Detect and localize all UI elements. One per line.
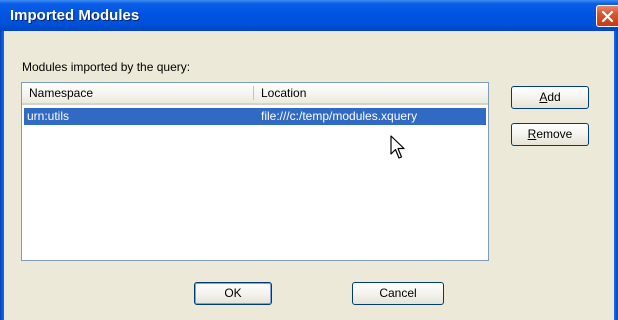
ok-button-label: OK	[224, 286, 242, 300]
column-header-namespace[interactable]: Namespace	[22, 83, 254, 103]
ok-button[interactable]: OK	[194, 282, 272, 305]
list-header: Namespace Location	[22, 83, 488, 105]
title-bar[interactable]: Imported Modules	[0, 0, 618, 31]
location-cell: file:///c:/temp/modules.xquery	[261, 109, 418, 123]
column-header-location[interactable]: Location	[254, 83, 488, 103]
add-button-label: Add	[539, 90, 561, 104]
cancel-button-label: Cancel	[379, 286, 417, 300]
cancel-button[interactable]: Cancel	[352, 282, 444, 305]
modules-label: Modules imported by the query:	[22, 60, 191, 74]
close-icon	[601, 10, 614, 23]
mouse-pointer-icon	[390, 135, 405, 159]
window-title: Imported Modules	[10, 7, 140, 24]
modules-list[interactable]: Namespace Location urn:utils file:///c:/…	[21, 82, 489, 261]
window-frame-left	[0, 31, 4, 320]
window-frame-right	[614, 31, 618, 320]
add-button[interactable]: Add	[511, 86, 589, 109]
list-item[interactable]: urn:utils file:///c:/temp/modules.xquery	[24, 108, 486, 125]
namespace-cell: urn:utils	[27, 109, 70, 123]
remove-button-label: Remove	[527, 127, 573, 141]
remove-button[interactable]: Remove	[511, 123, 589, 146]
close-button[interactable]	[596, 5, 618, 27]
